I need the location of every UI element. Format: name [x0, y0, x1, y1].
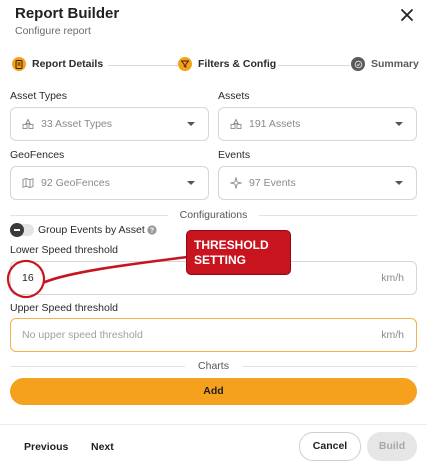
annotation-line-2: SETTING: [194, 253, 247, 267]
annotation-line-1: THRESHOLD: [194, 238, 269, 252]
annotation-callout: THRESHOLD SETTING: [186, 230, 291, 275]
